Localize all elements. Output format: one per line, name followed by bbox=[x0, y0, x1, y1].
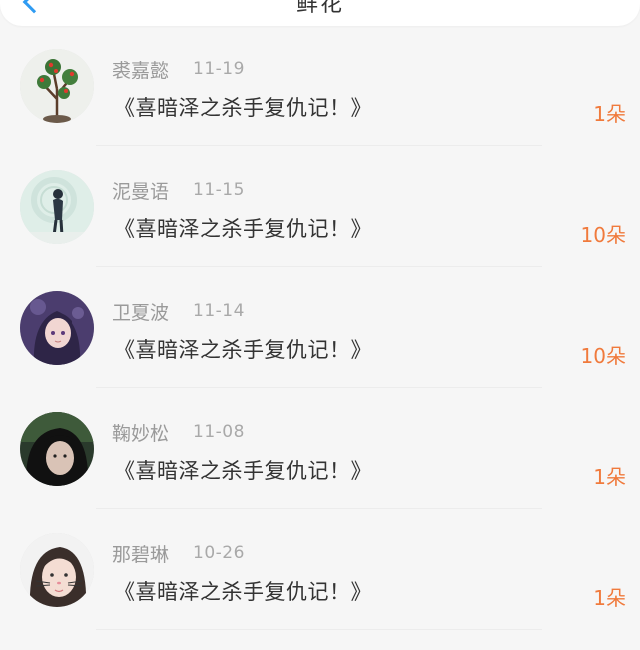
flower-list: 裘嘉懿 11-19 《喜暗泽之杀手复仇记！》 1朵 泥曼语 11-15 《喜暗泽… bbox=[0, 26, 640, 631]
list-item[interactable]: 卫夏波 11-14 《喜暗泽之杀手复仇记！》 10朵 bbox=[0, 268, 640, 389]
avatar[interactable] bbox=[20, 533, 94, 607]
dark-hair-girl-icon bbox=[20, 412, 94, 486]
flower-count: 10朵 bbox=[580, 344, 626, 368]
book-title: 《喜暗泽之杀手复仇记！》 bbox=[114, 338, 372, 362]
divider bbox=[96, 266, 542, 267]
top-bar: 鲜花 bbox=[0, 0, 640, 26]
list-item[interactable]: 裘嘉懿 11-19 《喜暗泽之杀手复仇记！》 1朵 bbox=[0, 26, 640, 147]
page-title: 鲜花 bbox=[295, 0, 344, 17]
user-name: 那碧琳 bbox=[112, 544, 170, 566]
date-label: 11-08 bbox=[193, 422, 245, 442]
list-item[interactable]: 鞠妙松 11-08 《喜暗泽之杀手复仇记！》 1朵 bbox=[0, 389, 640, 510]
divider bbox=[96, 508, 542, 509]
flower-count: 10朵 bbox=[580, 223, 626, 247]
person-silhouette-icon bbox=[20, 170, 94, 244]
list-item[interactable]: 那碧琳 10-26 《喜暗泽之杀手复仇记！》 1朵 bbox=[0, 510, 640, 631]
cat-filter-girl-icon bbox=[20, 533, 94, 607]
book-title: 《喜暗泽之杀手复仇记！》 bbox=[114, 96, 372, 120]
date-label: 11-15 bbox=[193, 180, 245, 200]
divider bbox=[96, 387, 542, 388]
book-title: 《喜暗泽之杀手复仇记！》 bbox=[114, 217, 372, 241]
avatar[interactable] bbox=[20, 412, 94, 486]
list-item[interactable]: 泥曼语 11-15 《喜暗泽之杀手复仇记！》 10朵 bbox=[0, 147, 640, 268]
avatar[interactable] bbox=[20, 170, 94, 244]
user-name: 泥曼语 bbox=[112, 181, 170, 203]
flower-count: 1朵 bbox=[593, 102, 626, 126]
avatar[interactable] bbox=[20, 49, 94, 123]
user-name: 卫夏波 bbox=[112, 302, 170, 324]
user-name: 鞠妙松 bbox=[112, 423, 170, 445]
book-title: 《喜暗泽之杀手复仇记！》 bbox=[114, 580, 372, 604]
anime-girl-icon bbox=[20, 291, 94, 365]
avatar[interactable] bbox=[20, 291, 94, 365]
date-label: 11-14 bbox=[193, 301, 245, 321]
divider bbox=[96, 629, 542, 630]
bonsai-tree-icon bbox=[20, 49, 94, 123]
date-label: 10-26 bbox=[193, 543, 245, 563]
user-name: 裘嘉懿 bbox=[112, 60, 170, 82]
flower-count: 1朵 bbox=[593, 465, 626, 489]
divider bbox=[96, 145, 542, 146]
flower-count: 1朵 bbox=[593, 586, 626, 610]
book-title: 《喜暗泽之杀手复仇记！》 bbox=[114, 459, 372, 483]
date-label: 11-19 bbox=[193, 59, 245, 79]
